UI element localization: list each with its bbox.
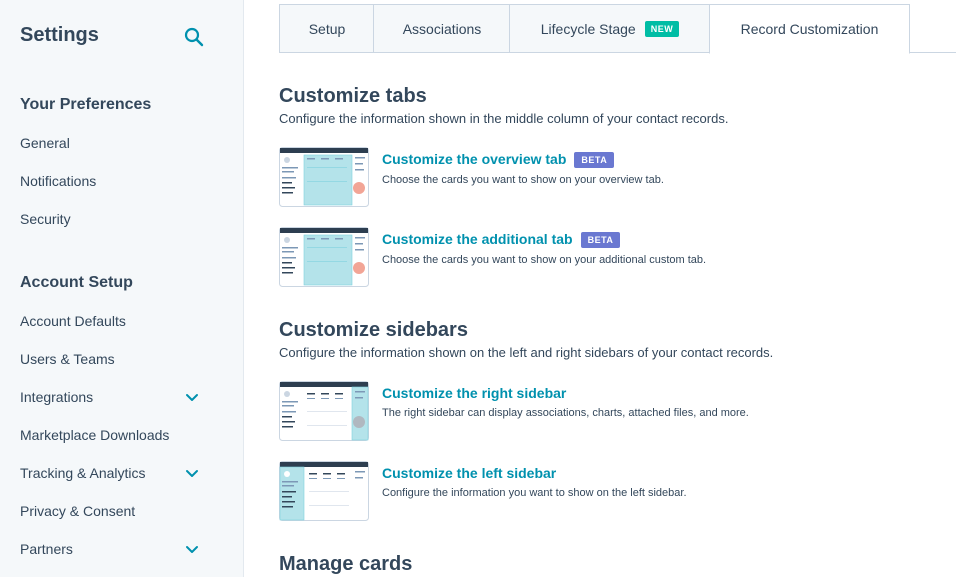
tab-label: Setup [308, 20, 346, 37]
sidebar-item-partners[interactable]: Partners [20, 541, 73, 557]
right-sidebar-thumbnail [279, 381, 369, 441]
sidebar-item-general[interactable]: General [20, 135, 70, 151]
tab-record-customization[interactable]: Record Customization [709, 4, 910, 54]
beta-badge: BETA [574, 152, 615, 168]
card-title: Customize the left sidebar [382, 465, 557, 481]
tab-label: Record Customization [740, 21, 879, 37]
section-heading-manage-cards: Manage cards [279, 553, 413, 575]
section-heading-customize-sidebars: Customize sidebars [279, 319, 468, 341]
additional-tab-thumbnail [279, 227, 369, 287]
chevron-down-icon[interactable] [184, 542, 200, 558]
sidebar-item-notifications[interactable]: Notifications [20, 173, 96, 189]
card-description: The right sidebar can display associatio… [382, 407, 749, 419]
sidebar-item-marketplace-downloads[interactable]: Marketplace Downloads [20, 427, 169, 443]
card-title: Customize the additional tab [382, 231, 573, 247]
sidebar-item-tracking-analytics[interactable]: Tracking & Analytics [20, 465, 146, 481]
tab-label: Associations [402, 20, 482, 37]
sidebar-item-account-defaults[interactable]: Account Defaults [20, 313, 126, 329]
chevron-down-icon[interactable] [184, 466, 200, 482]
tab-lifecycle-stage[interactable]: Lifecycle Stage NEW [509, 4, 710, 53]
search-icon[interactable] [184, 27, 204, 47]
tab-setup[interactable]: Setup [279, 4, 374, 53]
customize-overview-tab-link[interactable]: Customize the overview tab BETA [382, 151, 615, 168]
section-your-preferences: Your Preferences [20, 96, 152, 113]
card-title: Customize the overview tab [382, 151, 567, 167]
tab-divider [909, 52, 956, 53]
beta-badge: BETA [580, 232, 621, 248]
card-description: Configure the information you want to sh… [382, 487, 687, 499]
customize-left-sidebar-link[interactable]: Customize the left sidebar [382, 465, 556, 481]
section-description: Configure the information shown on the l… [279, 345, 774, 360]
new-badge: NEW [644, 20, 680, 37]
sidebar-item-security[interactable]: Security [20, 211, 71, 227]
tab-associations[interactable]: Associations [373, 4, 510, 53]
customize-right-sidebar-link[interactable]: Customize the right sidebar [382, 385, 566, 401]
overview-tab-thumbnail [279, 147, 369, 207]
sidebar-item-integrations[interactable]: Integrations [20, 389, 93, 405]
chevron-down-icon[interactable] [184, 390, 200, 406]
card-description: Choose the cards you want to show on you… [382, 254, 707, 266]
settings-title: Settings [20, 24, 99, 46]
customize-additional-tab-link[interactable]: Customize the additional tab BETA [382, 231, 621, 248]
tab-label: Lifecycle Stage [540, 20, 636, 37]
section-description: Configure the information shown in the m… [279, 111, 729, 126]
settings-sidebar: Settings Your Preferences General Notifi… [0, 0, 244, 577]
section-account-setup: Account Setup [20, 274, 133, 291]
sidebar-item-privacy-consent[interactable]: Privacy & Consent [20, 503, 135, 519]
sidebar-item-users-teams[interactable]: Users & Teams [20, 351, 115, 367]
section-heading-customize-tabs: Customize tabs [279, 85, 427, 107]
card-description: Choose the cards you want to show on you… [382, 174, 664, 186]
card-title: Customize the right sidebar [382, 385, 567, 401]
left-sidebar-thumbnail [279, 461, 369, 521]
